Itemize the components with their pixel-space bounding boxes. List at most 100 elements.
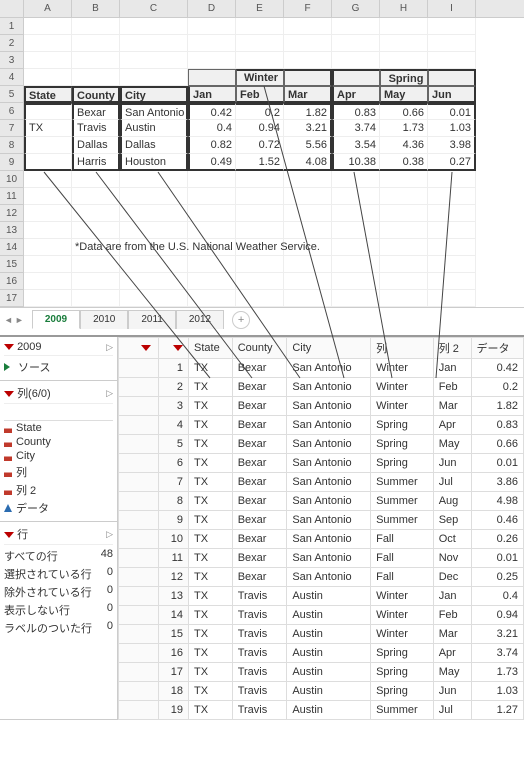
grid-cell[interactable]: Fall <box>371 568 434 587</box>
grid-row[interactable]: 17TXTravisAustinSpringMay1.73 <box>119 663 524 682</box>
cell[interactable] <box>380 239 428 256</box>
cell[interactable] <box>428 290 476 307</box>
cell[interactable] <box>332 188 380 205</box>
row-header[interactable]: 8 <box>0 137 24 154</box>
grid-col-header[interactable]: State <box>189 338 233 359</box>
grid-cell[interactable]: TX <box>189 625 233 644</box>
grid-cell[interactable]: San Antonio <box>287 511 371 530</box>
cell[interactable] <box>284 256 332 273</box>
grid-cell[interactable]: Jun <box>433 682 471 701</box>
grid-row[interactable]: 4TXBexarSan AntonioSpringApr0.83 <box>119 416 524 435</box>
cell[interactable]: Dallas <box>120 137 188 154</box>
grid-row[interactable]: 12TXBexarSan AntonioFallDec0.25 <box>119 568 524 587</box>
grid-cell[interactable]: TX <box>189 492 233 511</box>
grid-cell[interactable]: Travis <box>232 625 287 644</box>
cell[interactable] <box>188 52 236 69</box>
panel-menu-icon[interactable]: ▷ <box>106 388 113 399</box>
grid-cell[interactable]: Bexar <box>232 378 287 397</box>
grid-cell[interactable]: Winter <box>371 378 434 397</box>
row-marker[interactable] <box>119 625 159 644</box>
grid-cell[interactable]: 0.25 <box>471 568 523 587</box>
grid-cell[interactable]: 1.82 <box>471 397 523 416</box>
row-marker[interactable] <box>119 701 159 720</box>
cell[interactable] <box>332 35 380 52</box>
cell[interactable]: 0.82 <box>188 137 236 154</box>
row-number[interactable]: 6 <box>159 454 189 473</box>
cell[interactable]: 0.94 <box>236 120 284 137</box>
cell[interactable] <box>24 154 72 171</box>
grid-cell[interactable]: Winter <box>371 625 434 644</box>
cell[interactable] <box>284 273 332 290</box>
grid-cell[interactable]: TX <box>189 511 233 530</box>
grid-cell[interactable]: Bexar <box>232 435 287 454</box>
cell[interactable] <box>188 18 236 35</box>
cell[interactable] <box>284 35 332 52</box>
cell[interactable]: 0.38 <box>380 154 428 171</box>
cell[interactable]: 0.66 <box>380 103 428 120</box>
row-header[interactable]: 5 <box>0 86 24 103</box>
grid-cell[interactable]: Bexar <box>232 454 287 473</box>
grid-col-header[interactable]: 列 2 <box>433 338 471 359</box>
row-number[interactable]: 9 <box>159 511 189 530</box>
grid-cell[interactable]: TX <box>189 454 233 473</box>
row-number[interactable]: 8 <box>159 492 189 511</box>
col-header[interactable]: A <box>24 0 72 17</box>
nav-first-icon[interactable]: ◄ <box>4 315 13 325</box>
grid-cell[interactable]: TX <box>189 397 233 416</box>
row-stat[interactable]: 表示しない行0 <box>4 601 113 619</box>
grid-row[interactable]: 8TXBexarSan AntonioSummerAug4.98 <box>119 492 524 511</box>
cell[interactable] <box>236 35 284 52</box>
grid-cell[interactable]: Bexar <box>232 397 287 416</box>
cell[interactable]: TX <box>24 120 72 137</box>
grid-corner-2[interactable] <box>159 338 189 359</box>
cell[interactable] <box>428 171 476 188</box>
cell[interactable] <box>188 256 236 273</box>
row-stat[interactable]: 除外されている行0 <box>4 583 113 601</box>
grid-cell[interactable]: TX <box>189 644 233 663</box>
grid-cell[interactable]: 0.66 <box>471 435 523 454</box>
cell[interactable] <box>24 171 72 188</box>
grid-cell[interactable]: 0.46 <box>471 511 523 530</box>
grid-cell[interactable]: Austin <box>287 682 371 701</box>
grid-cell[interactable]: 1.03 <box>471 682 523 701</box>
column-item[interactable]: County <box>4 435 113 449</box>
col-header[interactable]: B <box>72 0 120 17</box>
grid-cell[interactable]: 0.94 <box>471 606 523 625</box>
row-header[interactable]: 1 <box>0 18 24 35</box>
grid-cell[interactable]: Bexar <box>232 568 287 587</box>
grid-cell[interactable]: TX <box>189 606 233 625</box>
cell[interactable]: Austin <box>120 120 188 137</box>
row-number[interactable]: 16 <box>159 644 189 663</box>
disclosure-icon[interactable] <box>4 344 14 350</box>
col-header[interactable]: F <box>284 0 332 17</box>
grid-cell[interactable]: Fall <box>371 549 434 568</box>
row-header[interactable]: 7 <box>0 120 24 137</box>
row-marker[interactable] <box>119 663 159 682</box>
cell[interactable] <box>380 273 428 290</box>
cell[interactable]: 1.82 <box>284 103 332 120</box>
grid-cell[interactable]: Travis <box>232 663 287 682</box>
grid-cell[interactable]: 0.2 <box>471 378 523 397</box>
grid-cell[interactable]: Feb <box>433 378 471 397</box>
cell[interactable] <box>380 188 428 205</box>
cell[interactable]: 1.03 <box>428 120 476 137</box>
cell[interactable] <box>236 222 284 239</box>
grid-cell[interactable]: Spring <box>371 682 434 701</box>
row-number[interactable]: 4 <box>159 416 189 435</box>
row-marker[interactable] <box>119 587 159 606</box>
cell[interactable] <box>24 256 72 273</box>
nav-next-icon[interactable]: ► <box>15 315 24 325</box>
grid-cell[interactable]: 4.98 <box>471 492 523 511</box>
grid-col-header[interactable]: データ <box>471 338 523 359</box>
row-number[interactable]: 3 <box>159 397 189 416</box>
row-stat[interactable]: ラベルのついた行0 <box>4 619 113 637</box>
row-marker[interactable] <box>119 644 159 663</box>
col-header[interactable]: D <box>188 0 236 17</box>
cell[interactable]: San Antonio <box>120 103 188 120</box>
column-item[interactable]: 列 <box>4 463 113 481</box>
grid-cell[interactable]: 3.21 <box>471 625 523 644</box>
grid-cell[interactable]: Jun <box>433 454 471 473</box>
cell[interactable] <box>380 35 428 52</box>
row-marker[interactable] <box>119 435 159 454</box>
grid-cell[interactable]: 1.27 <box>471 701 523 720</box>
